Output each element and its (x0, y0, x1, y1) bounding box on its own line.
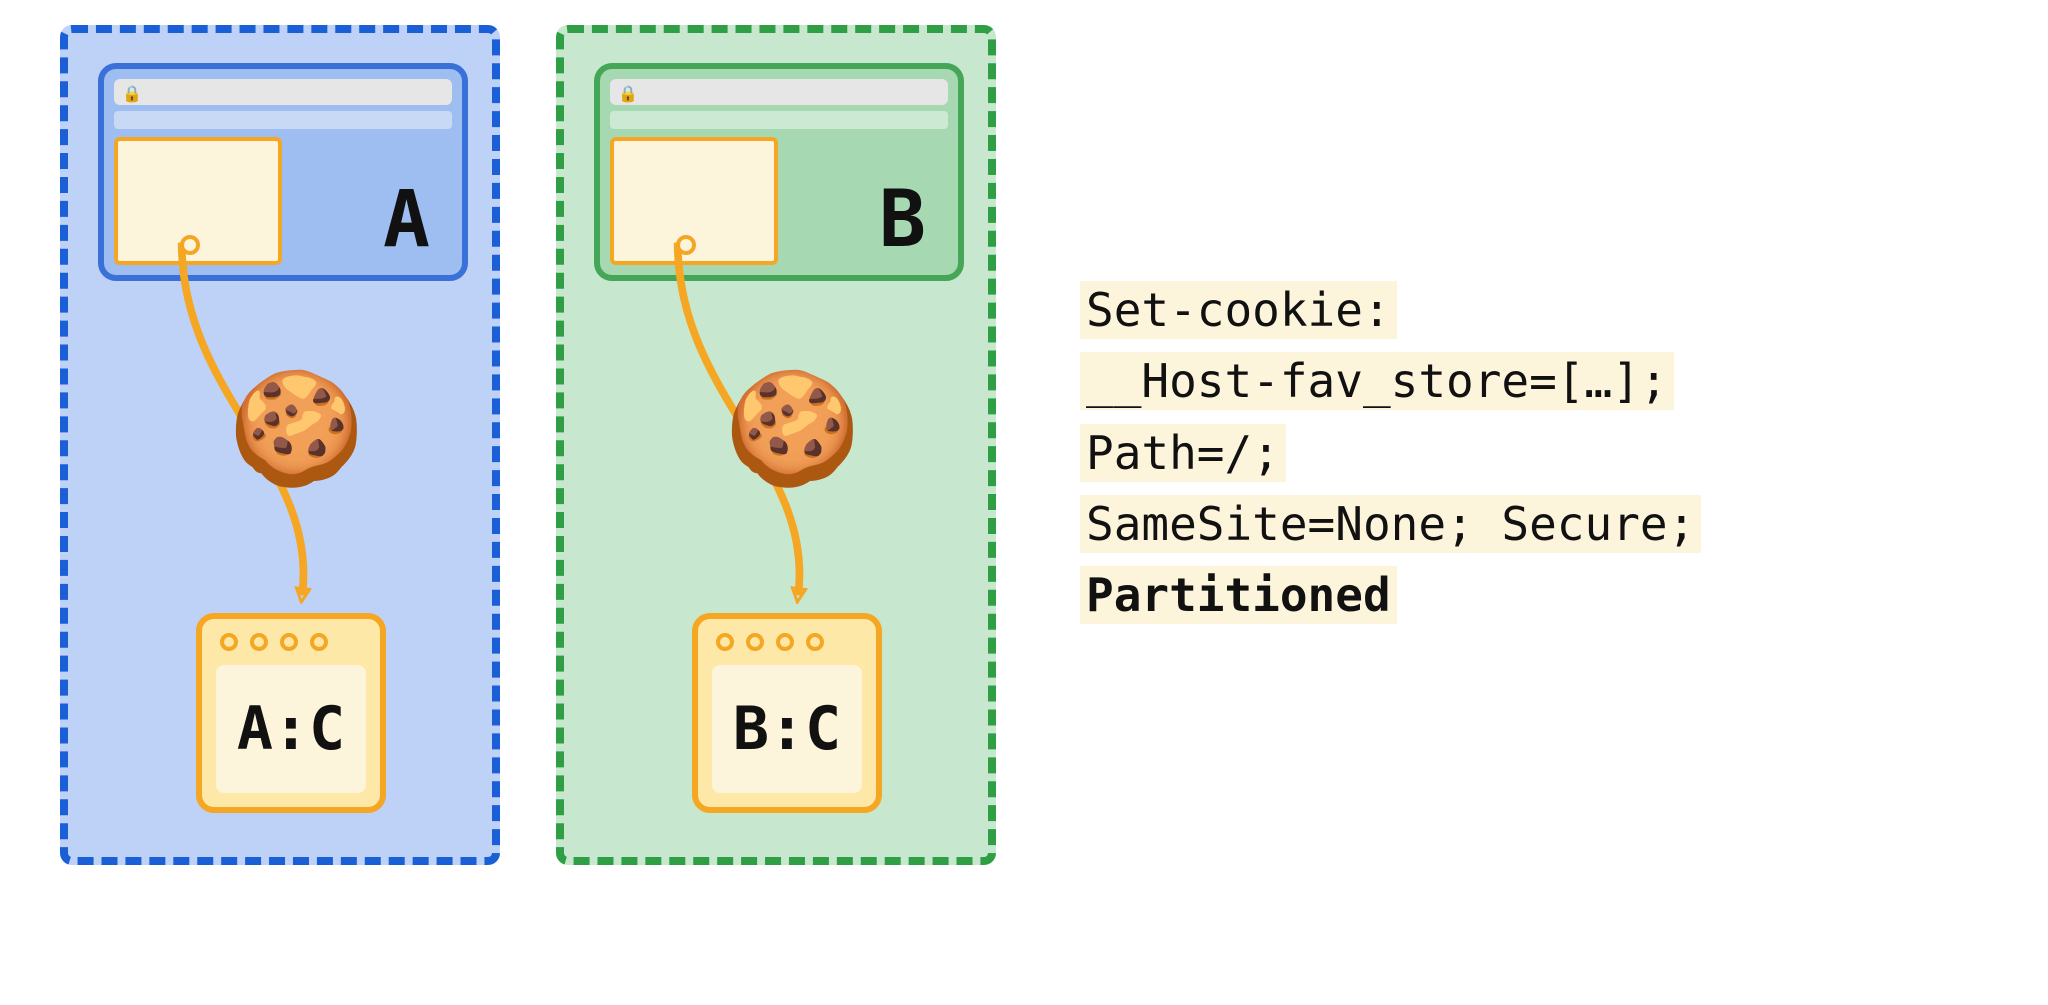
partition-a: 🔒 A 🍪 A:C (60, 25, 500, 865)
tab-strip (610, 111, 948, 129)
partition-b: 🔒 B 🍪 B:C (556, 25, 996, 865)
tab-strip (114, 111, 452, 129)
set-cookie-header: Set-cookie: __Host-fav_store=[…]; Path=/… (1080, 275, 1701, 631)
diagram-canvas: 🔒 A 🍪 A:C 🔒 B (0, 0, 2048, 1005)
lock-icon: 🔒 (122, 84, 142, 103)
iframe-connector-dot (180, 235, 200, 255)
cookie-icon: 🍪 (228, 373, 365, 483)
header-line-4: SameSite=None; Secure; (1080, 495, 1701, 553)
cookie-jar-a: A:C (196, 613, 386, 813)
browser-window-b: 🔒 B (594, 63, 964, 281)
header-line-1: Set-cookie: (1080, 281, 1397, 339)
address-bar: 🔒 (114, 79, 452, 105)
lock-icon: 🔒 (618, 84, 638, 103)
iframe-connector-dot (676, 235, 696, 255)
site-label-a: A (383, 175, 430, 265)
browser-window-a: 🔒 A (98, 63, 468, 281)
cookie-icon: 🍪 (724, 373, 861, 483)
jar-label-a: A:C (216, 665, 366, 793)
address-bar: 🔒 (610, 79, 948, 105)
cookie-jar-b: B:C (692, 613, 882, 813)
header-line-3: Path=/; (1080, 424, 1286, 482)
site-label-b: B (879, 175, 926, 265)
jar-label-b: B:C (712, 665, 862, 793)
header-line-5-partitioned: Partitioned (1080, 566, 1397, 624)
header-line-2: __Host-fav_store=[…]; (1080, 352, 1674, 410)
